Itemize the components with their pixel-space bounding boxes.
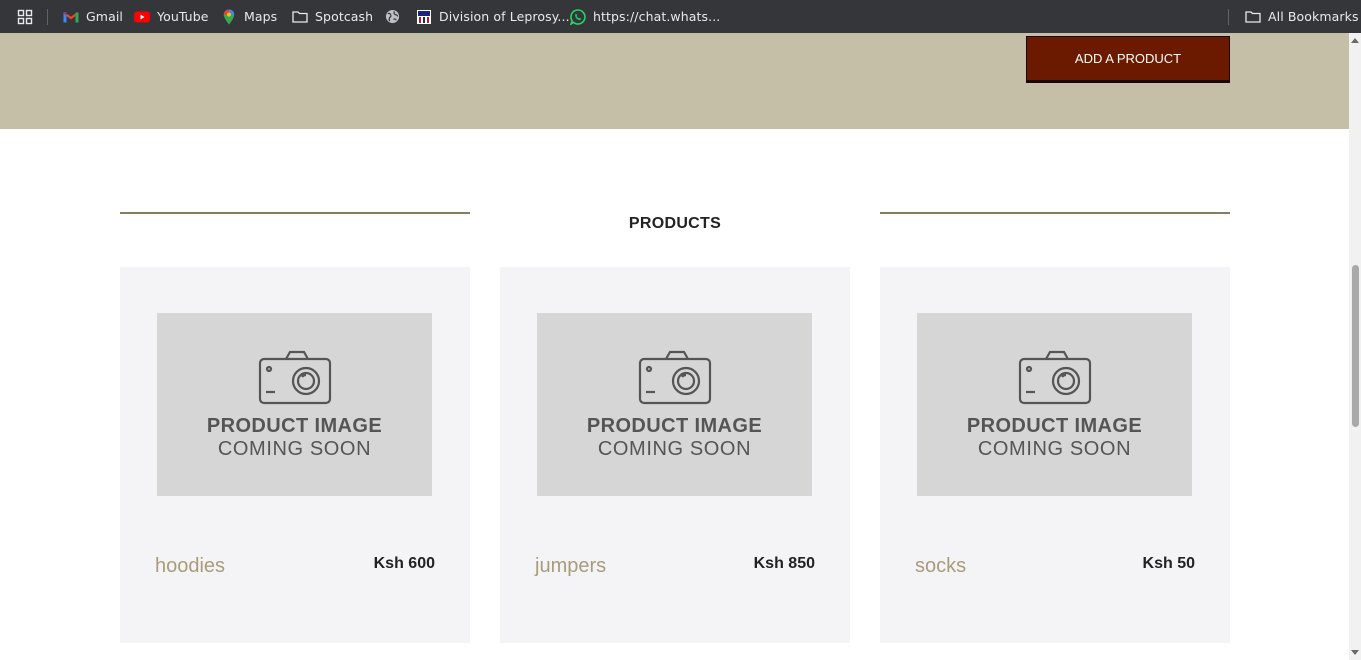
- bookmark-maps[interactable]: Maps: [221, 0, 277, 33]
- bookmark-label: YouTube: [157, 9, 209, 24]
- bookmark-label: Division of Leprosy...: [439, 9, 570, 24]
- bookmark-label: Spotcash: [315, 9, 374, 24]
- youtube-icon: [134, 9, 150, 25]
- page-content: ADD A PRODUCT PRODUCTS PRODUCT IMAGE COM…: [0, 33, 1349, 660]
- bookmark-label: Gmail: [86, 9, 123, 24]
- folder-icon: [1245, 9, 1261, 25]
- placeholder-text-line1: PRODUCT IMAGE: [206, 415, 383, 437]
- scroll-down-arrow-icon[interactable]: [1351, 650, 1359, 655]
- product-price: Ksh 50: [1142, 555, 1195, 572]
- whatsapp-icon: [570, 8, 586, 25]
- product-card[interactable]: PRODUCT IMAGE COMING SOON jumpers Ksh 85…: [500, 267, 850, 643]
- bookmarks-bar: Gmail YouTube Maps Spotcash Division of …: [0, 0, 1361, 33]
- placeholder-text-line2: COMING SOON: [977, 438, 1132, 460]
- product-name[interactable]: hoodies: [155, 555, 225, 578]
- product-price: Ksh 850: [753, 555, 815, 572]
- scrollbar-thumb[interactable]: [1352, 265, 1359, 427]
- bookmarks-separator: [47, 9, 48, 25]
- bookmark-label: Maps: [244, 9, 278, 24]
- globe-icon: [384, 9, 400, 25]
- gmail-icon: [63, 9, 79, 25]
- scroll-up-arrow-icon[interactable]: [1351, 38, 1359, 43]
- product-price: Ksh 600: [373, 555, 435, 572]
- bookmarks-separator: [1228, 9, 1229, 25]
- product-card[interactable]: PRODUCT IMAGE COMING SOON hoodies Ksh 60…: [120, 267, 470, 643]
- bookmark-folder-spotcash[interactable]: Spotcash: [292, 0, 373, 33]
- camera-icon: [1018, 350, 1092, 405]
- page-scrollbar[interactable]: [1349, 33, 1361, 660]
- all-bookmarks-button[interactable]: All Bookmarks: [1245, 0, 1359, 33]
- placeholder-text-line2: COMING SOON: [597, 438, 752, 460]
- bookmark-division-of-leprosy[interactable]: Division of Leprosy...: [416, 0, 570, 33]
- products-heading: PRODUCTS: [628, 215, 722, 232]
- placeholder-text-line2: COMING SOON: [217, 438, 372, 460]
- placeholder-text-line1: PRODUCT IMAGE: [586, 415, 763, 437]
- bookmark-gmail[interactable]: Gmail: [63, 0, 123, 33]
- bookmark-whatsapp[interactable]: https://chat.whats...: [570, 0, 720, 33]
- product-name[interactable]: socks: [915, 555, 966, 578]
- product-name[interactable]: jumpers: [535, 555, 606, 578]
- site-favicon-icon: [416, 9, 432, 25]
- placeholder-text-line1: PRODUCT IMAGE: [966, 415, 1143, 437]
- bookmark-youtube[interactable]: YouTube: [134, 0, 209, 33]
- apps-grid-icon: [17, 9, 33, 24]
- product-image-placeholder[interactable]: PRODUCT IMAGE COMING SOON: [157, 313, 432, 496]
- product-image-placeholder[interactable]: PRODUCT IMAGE COMING SOON: [917, 313, 1192, 496]
- product-card[interactable]: PRODUCT IMAGE COMING SOON socks Ksh 50: [880, 267, 1230, 643]
- hero-banner: ADD A PRODUCT: [0, 33, 1349, 129]
- apps-grid-button[interactable]: [17, 0, 33, 33]
- folder-icon: [292, 9, 308, 25]
- product-image-placeholder[interactable]: PRODUCT IMAGE COMING SOON: [537, 313, 812, 496]
- add-product-button[interactable]: ADD A PRODUCT: [1026, 36, 1230, 83]
- camera-icon: [258, 350, 332, 405]
- all-bookmarks-label: All Bookmarks: [1268, 9, 1359, 24]
- section-divider-left: [120, 212, 470, 214]
- bookmark-globe[interactable]: [384, 0, 407, 33]
- section-divider-right: [880, 212, 1230, 214]
- maps-icon: [221, 9, 237, 25]
- bookmark-label: https://chat.whats...: [593, 9, 721, 24]
- camera-icon: [638, 350, 712, 405]
